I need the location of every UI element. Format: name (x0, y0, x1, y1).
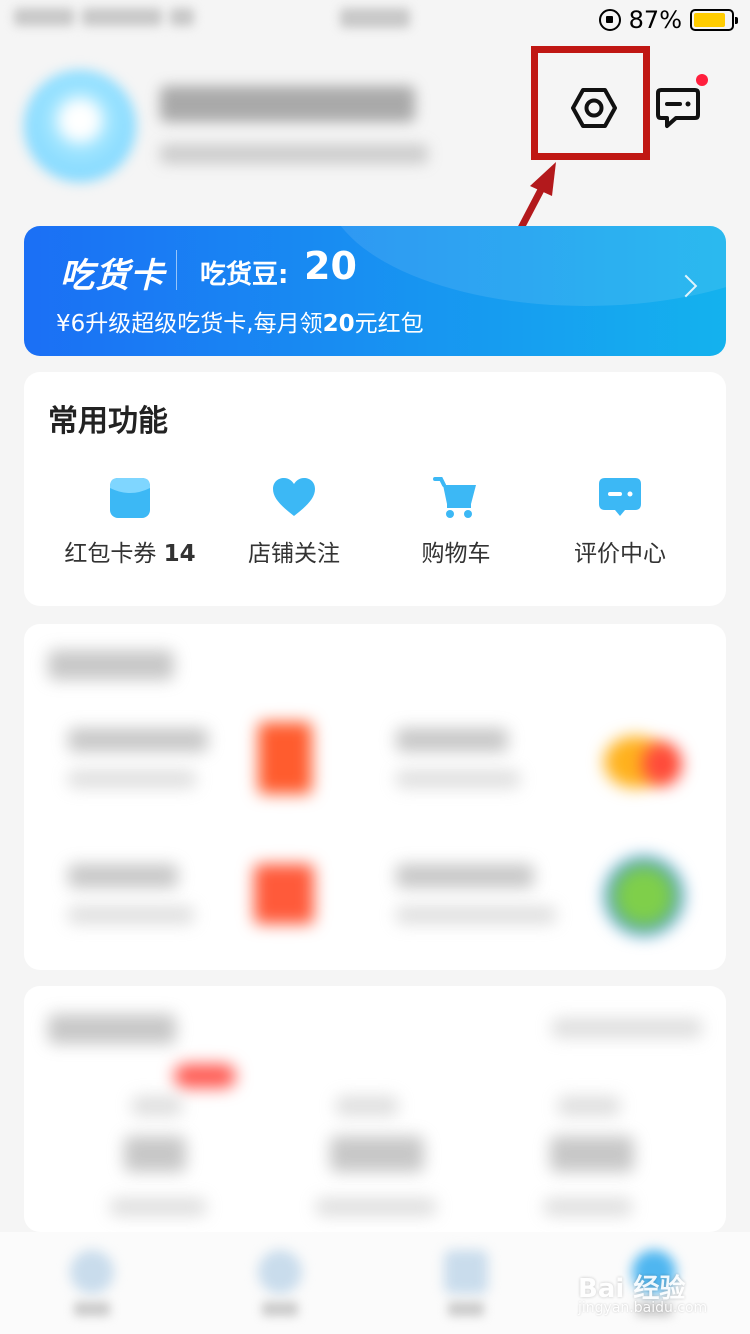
func-label-coupons: 红包卡券 14 (42, 534, 218, 568)
nav-item-home[interactable] (62, 1250, 122, 1320)
coupon-icon (110, 478, 150, 518)
nav-label (448, 1302, 484, 1316)
blurred-item-sub (68, 906, 194, 924)
blurred-badge (174, 1064, 236, 1088)
blurred-item-sub (396, 770, 520, 788)
common-functions-title: 常用功能 (48, 404, 168, 439)
blurred-item-title (68, 864, 178, 888)
func-item-reviews[interactable]: 评价中心 (532, 474, 708, 578)
foodie-beans-label: 吃货豆: (200, 260, 289, 290)
blurred-stat-sub (110, 1198, 206, 1216)
discover-icon (258, 1250, 302, 1294)
heart-icon (273, 478, 315, 516)
nav-item-orders[interactable] (436, 1250, 496, 1320)
cart-icon (433, 477, 476, 518)
blurred-stat-label (336, 1096, 398, 1116)
foodie-card-promo: ¥6升级超级吃货卡,每月领20元红包 (56, 304, 424, 338)
foodie-card-banner[interactable]: 吃货卡 吃货豆: 20 ¥6升级超级吃货卡,每月领20元红包 (24, 226, 726, 356)
blurred-activities-card (24, 624, 726, 970)
blurred-stat-label (558, 1096, 620, 1116)
blurred-stat-sub (544, 1198, 632, 1216)
chevron-right-icon (674, 274, 698, 298)
nav-label (74, 1302, 110, 1316)
func-label-cart: 购物车 (421, 541, 491, 567)
orders-icon (444, 1250, 488, 1294)
blurred-item-image (604, 856, 684, 936)
blurred-section-title (48, 1014, 176, 1044)
blurred-section-title (48, 650, 174, 680)
home-icon (70, 1250, 114, 1294)
blurred-item-image (642, 742, 682, 786)
blurred-item-sub (68, 770, 196, 788)
func-label-followed-shops: 店铺关注 (248, 541, 340, 567)
func-item-coupons[interactable]: 红包卡券 14 (42, 474, 218, 578)
card-divider (176, 250, 177, 290)
blurred-item-title (68, 728, 208, 752)
blurred-item-title (396, 728, 508, 752)
nav-item-discover[interactable] (250, 1250, 310, 1320)
blurred-item-sub (396, 906, 556, 924)
promo-suffix: 元红包 (354, 311, 424, 337)
nav-label (262, 1302, 298, 1316)
blurred-stats-card (24, 986, 726, 1232)
promo-amount: 20 (322, 311, 355, 337)
coupons-label: 红包卡券 (64, 541, 157, 567)
blurred-stat-sub (316, 1198, 436, 1216)
watermark-url: jingyan.baidu.com (578, 1300, 708, 1316)
coupons-count: 14 (163, 541, 196, 567)
func-item-followed-shops[interactable]: 店铺关注 (206, 474, 382, 578)
foodie-beans-value: 20 (304, 244, 357, 288)
review-icon (599, 478, 641, 516)
promo-prefix: ¥6升级超级吃货卡,每月领 (56, 311, 323, 337)
blurred-item-title (396, 864, 534, 888)
blurred-section-link (552, 1018, 702, 1038)
func-label-reviews: 评价中心 (574, 541, 666, 567)
blurred-item-image (254, 864, 314, 924)
blurred-stat-value (330, 1136, 424, 1172)
blurred-stat-value (550, 1136, 634, 1172)
blurred-stat-value (124, 1136, 186, 1172)
foodie-card-title: 吃货卡 (60, 256, 165, 296)
func-item-cart[interactable]: 购物车 (368, 474, 544, 578)
common-functions-card: 常用功能 红包卡券 14 店铺关注 购物车 评价中心 (24, 372, 726, 606)
blurred-stat-label (132, 1096, 182, 1116)
blurred-item-image (258, 722, 312, 794)
